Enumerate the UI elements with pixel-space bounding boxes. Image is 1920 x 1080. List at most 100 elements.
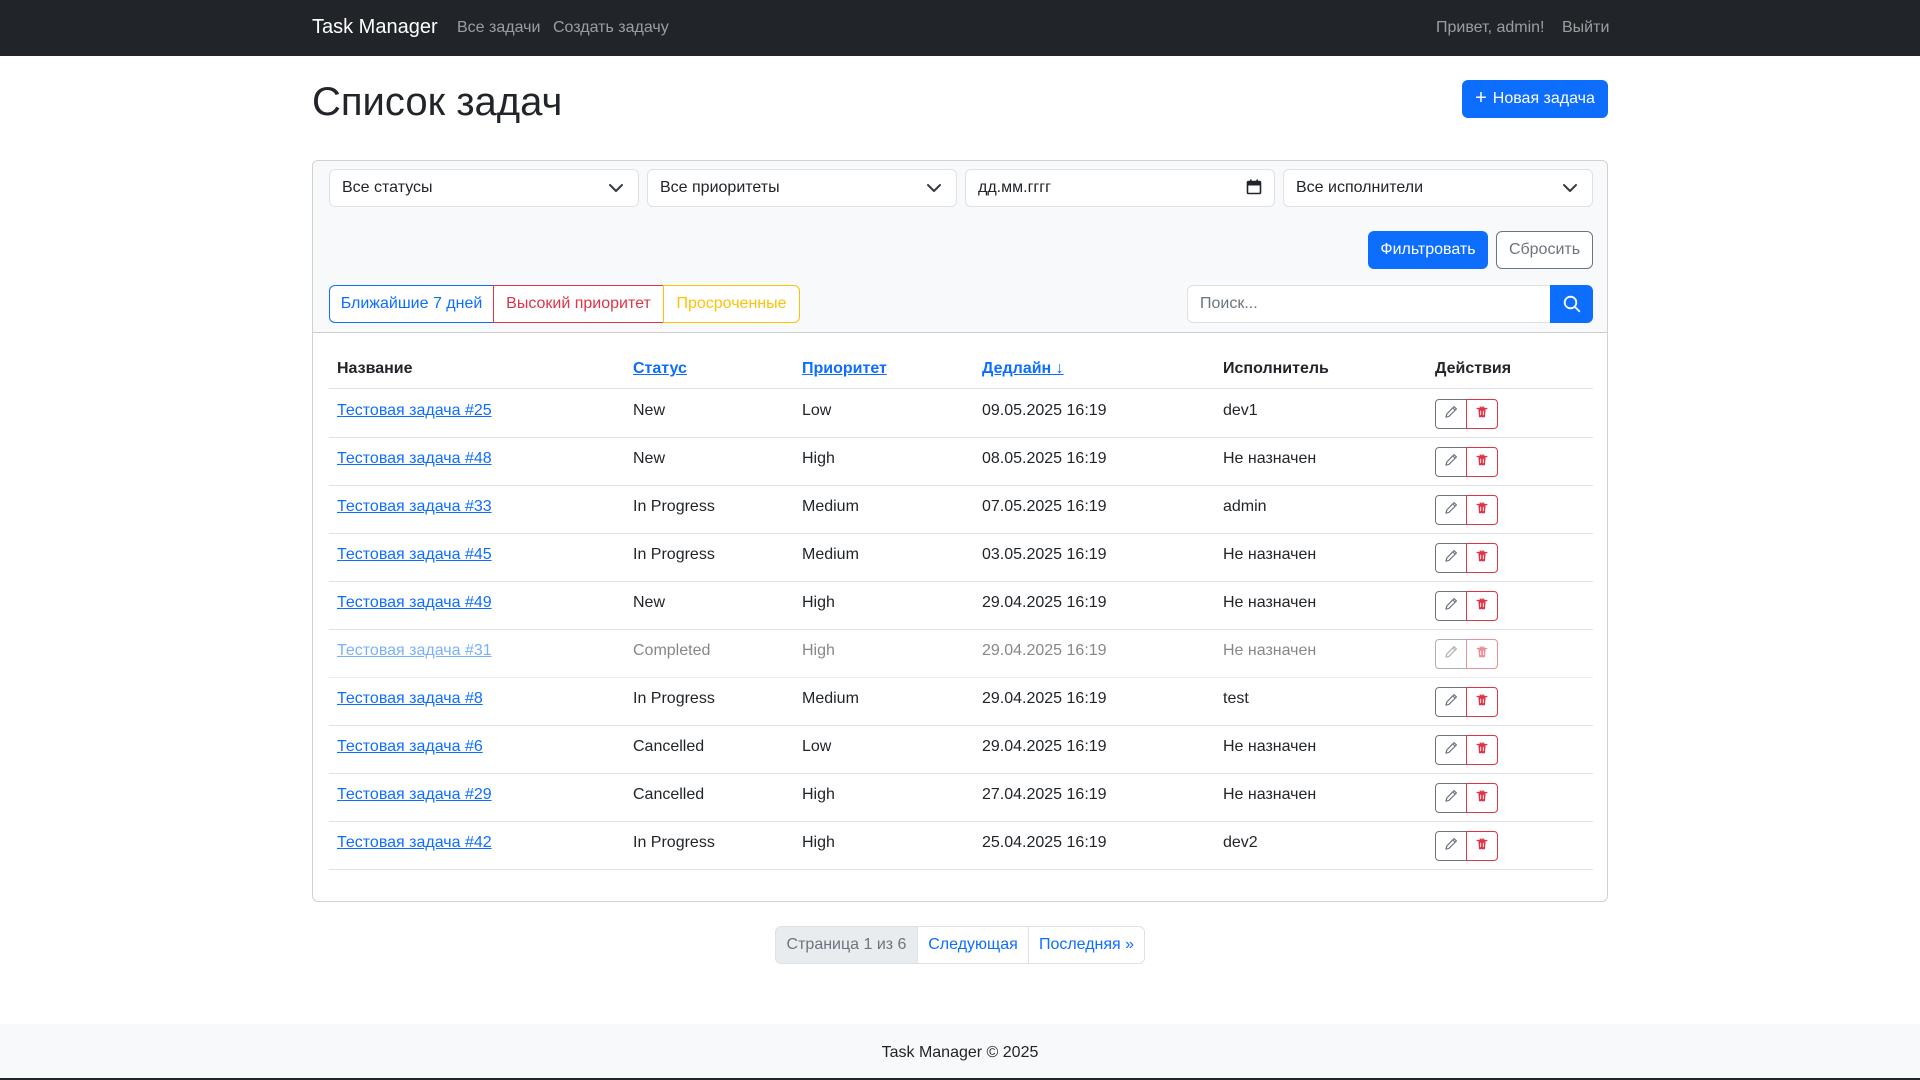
table-row: Тестовая задача #29 Cancelled High 27.04.20…: [329, 774, 1593, 822]
edit-button[interactable]: [1435, 591, 1467, 621]
task-status: New: [633, 402, 666, 419]
task-deadline: 29.04.2025 16:19: [982, 738, 1107, 755]
quick-filter-high-priority[interactable]: Высокий приоритет: [493, 285, 664, 323]
task-title-link[interactable]: Тестовая задача #29: [337, 786, 492, 804]
col-status-sort[interactable]: Статус: [633, 360, 687, 378]
task-status: Completed: [633, 642, 711, 659]
delete-button[interactable]: [1466, 831, 1498, 861]
table-row: Тестовая задача #42 In Progress High 25.04.…: [329, 822, 1593, 870]
col-deadline-sort[interactable]: Дедлайн ↓: [982, 360, 1064, 378]
quick-filter-overdue[interactable]: Просроченные: [663, 285, 800, 323]
pencil-icon: [1444, 405, 1458, 424]
task-title-link[interactable]: Тестовая задача #48: [337, 450, 492, 468]
task-priority: High: [802, 450, 835, 467]
navbar: Task Manager Все задачи Создать задачу П…: [0, 0, 1920, 56]
delete-button[interactable]: [1466, 735, 1498, 765]
search-button[interactable]: [1550, 285, 1593, 323]
priority-select[interactable]: Все приоритеты: [647, 169, 957, 207]
col-priority-sort[interactable]: Приоритет: [802, 360, 887, 378]
quick-filter-next-7-days[interactable]: Ближайшие 7 дней: [329, 285, 494, 323]
table-header: Название Статус Приоритет Дедлайн ↓ Испо…: [329, 349, 1593, 389]
calendar-icon[interactable]: [1246, 179, 1262, 195]
delete-button[interactable]: [1466, 543, 1498, 573]
task-assignee: Не назначен: [1223, 786, 1317, 803]
task-assignee: Не назначен: [1223, 594, 1317, 611]
table-row: Тестовая задача #25 New Low 09.05.2025 16:1…: [329, 390, 1593, 438]
task-deadline: 25.04.2025 16:19: [982, 834, 1107, 851]
footer: Task Manager © 2025: [0, 1024, 1920, 1080]
date-placeholder: дд.мм.гггг: [978, 179, 1051, 196]
priority-select-value: Все приоритеты: [660, 179, 780, 196]
delete-button[interactable]: [1466, 591, 1498, 621]
trash-icon: [1475, 549, 1489, 568]
filters-panel: Все статусы Все приоритеты дд.мм.гггг Вс…: [313, 161, 1607, 333]
delete-button[interactable]: [1466, 447, 1498, 477]
trash-icon: [1475, 597, 1489, 616]
task-title-link[interactable]: Тестовая задача #33: [337, 498, 492, 516]
pencil-icon: [1444, 693, 1458, 712]
pagination-next[interactable]: Следующая: [917, 926, 1029, 964]
assignee-select[interactable]: Все исполнители: [1283, 169, 1593, 207]
task-priority: High: [802, 834, 835, 851]
table-row: Тестовая задача #31 Completed High 29.04.20…: [329, 630, 1593, 678]
task-deadline: 29.04.2025 16:19: [982, 642, 1107, 659]
edit-button[interactable]: [1435, 543, 1467, 573]
task-assignee: test: [1223, 690, 1249, 707]
edit-button[interactable]: [1435, 687, 1467, 717]
task-deadline: 29.04.2025 16:19: [982, 690, 1107, 707]
table-row: Тестовая задача #6 Cancelled Low 29.04.2025…: [329, 726, 1593, 774]
task-title-link[interactable]: Тестовая задача #45: [337, 546, 492, 564]
table-row: Тестовая задача #45 In Progress Medium 03.0…: [329, 534, 1593, 582]
task-title-link[interactable]: Тестовая задача #42: [337, 834, 492, 852]
table-row: Тестовая задача #33 In Progress Medium 07.0…: [329, 486, 1593, 534]
edit-button[interactable]: [1435, 495, 1467, 525]
deadline-date-input[interactable]: дд.мм.гггг: [965, 169, 1275, 207]
plus-icon: +: [1475, 87, 1487, 109]
trash-icon: [1475, 501, 1489, 520]
trash-icon: [1475, 837, 1489, 856]
edit-button[interactable]: [1435, 735, 1467, 765]
pencil-icon: [1444, 501, 1458, 520]
task-status: In Progress: [633, 498, 715, 515]
task-priority: High: [802, 594, 835, 611]
search-input[interactable]: [1187, 285, 1551, 323]
nav-all-tasks[interactable]: Все задачи: [457, 19, 540, 37]
col-title-header: Название: [337, 360, 413, 377]
table-row: Тестовая задача #8 In Progress Medium 29.04…: [329, 678, 1593, 726]
pagination-info: Страница 1 из 6: [775, 926, 918, 964]
pagination-last[interactable]: Последняя »: [1028, 926, 1145, 964]
search-icon: [1563, 295, 1580, 313]
delete-button[interactable]: [1466, 639, 1498, 669]
task-title-link[interactable]: Тестовая задача #8: [337, 690, 483, 708]
edit-button[interactable]: [1435, 831, 1467, 861]
edit-button[interactable]: [1435, 399, 1467, 429]
edit-button[interactable]: [1435, 447, 1467, 477]
status-select[interactable]: Все статусы: [329, 169, 639, 207]
edit-button[interactable]: [1435, 639, 1467, 669]
delete-button[interactable]: [1466, 687, 1498, 717]
tasks-card: Все статусы Все приоритеты дд.мм.гггг Вс…: [312, 160, 1608, 902]
delete-button[interactable]: [1466, 495, 1498, 525]
task-assignee: Не назначен: [1223, 450, 1317, 467]
task-assignee: Не назначен: [1223, 738, 1317, 755]
logout-link[interactable]: Выйти: [1562, 19, 1609, 37]
edit-button[interactable]: [1435, 783, 1467, 813]
filter-button[interactable]: Фильтровать: [1368, 231, 1488, 269]
nav-create-task[interactable]: Создать задачу: [553, 19, 669, 37]
task-title-link[interactable]: Тестовая задача #25: [337, 402, 492, 420]
chevron-down-icon: [927, 184, 941, 192]
pencil-icon: [1444, 645, 1458, 664]
reset-button[interactable]: Сбросить: [1496, 231, 1593, 269]
new-task-button[interactable]: + Новая задача: [1462, 80, 1608, 118]
pencil-icon: [1444, 597, 1458, 616]
delete-button[interactable]: [1466, 783, 1498, 813]
task-assignee: dev2: [1223, 834, 1258, 851]
delete-button[interactable]: [1466, 399, 1498, 429]
task-title-link[interactable]: Тестовая задача #6: [337, 738, 483, 756]
footer-text: Task Manager © 2025: [881, 1044, 1039, 1061]
task-assignee: admin: [1223, 498, 1267, 515]
brand-link[interactable]: Task Manager: [312, 16, 438, 39]
task-priority: Medium: [802, 498, 859, 515]
task-title-link[interactable]: Тестовая задача #31: [337, 642, 492, 660]
task-title-link[interactable]: Тестовая задача #49: [337, 594, 492, 612]
